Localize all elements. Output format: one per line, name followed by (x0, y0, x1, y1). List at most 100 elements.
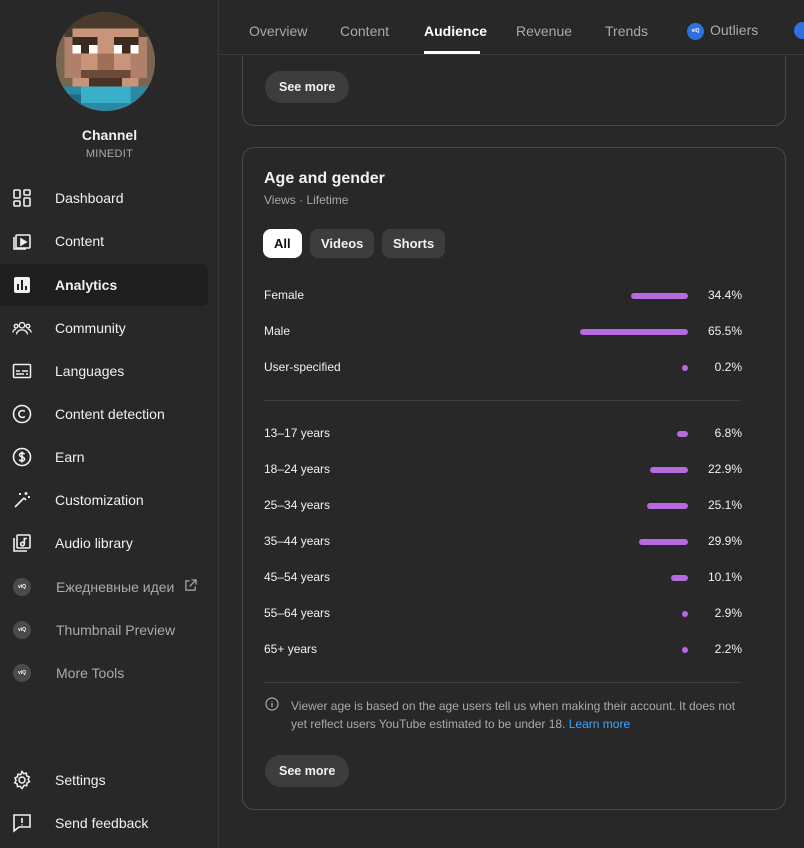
row-label: User-specified (264, 360, 341, 374)
sidebar-item-label: Thumbnail Preview (56, 622, 176, 638)
channel-title: Channel (81, 127, 138, 143)
chip-all[interactable]: All (263, 229, 302, 258)
age-note-text: Viewer age is based on the age users tel… (291, 699, 736, 731)
card-title: Age and gender (264, 170, 385, 187)
vidiq-icon: viQ (12, 577, 32, 597)
sidebar-item-languages[interactable]: Languages (0, 350, 208, 392)
row-label: 25–34 years (264, 498, 331, 512)
sidebar-item-dashboard[interactable]: Dashboard (0, 177, 208, 219)
tab-trends[interactable]: Trends (605, 23, 648, 39)
copyright-icon (12, 404, 32, 424)
sidebar-item-label: Customization (55, 492, 144, 508)
vidiq-icon: viQ (687, 22, 704, 40)
sidebar-item-content-detection[interactable]: Content detection (0, 393, 208, 435)
sidebar-item-label: Content (55, 233, 105, 249)
tab-audience[interactable]: Audience (424, 23, 487, 39)
dollar-icon (12, 447, 32, 467)
age-note: Viewer age is based on the age users tel… (291, 697, 741, 733)
sidebar-item-label: Earn (55, 449, 85, 465)
sidebar-item-label: Analytics (55, 277, 118, 293)
row-bar (676, 431, 688, 437)
languages-icon (12, 361, 32, 381)
row-label: 65+ years (264, 642, 318, 656)
row-percent: 6.8% (714, 426, 742, 440)
row-bar (646, 503, 688, 509)
row-label: 35–44 years (264, 534, 331, 548)
tab-revenue[interactable]: Revenue (516, 23, 572, 39)
sidebar-item-content[interactable]: Content (0, 220, 208, 262)
row-percent: 34.4% (707, 288, 742, 302)
magic-wand-icon (12, 490, 32, 510)
row-bar (638, 539, 688, 545)
row-bar (631, 293, 688, 299)
sidebar-item-label: Dashboard (55, 190, 124, 206)
sidebar-item-analytics[interactable]: Analytics (0, 264, 208, 306)
feedback-icon (12, 813, 32, 833)
sidebar-item-earn[interactable]: Earn (0, 436, 208, 478)
sidebar-item-community[interactable]: Community (0, 307, 208, 349)
tab-outliers-label: Outliers (710, 22, 759, 38)
breakdown-row: 13–17 years 6.8% (264, 424, 742, 444)
channel-avatar[interactable] (56, 12, 155, 111)
divider (264, 400, 741, 401)
vidiq-icon: viQ (12, 663, 32, 683)
row-bar (682, 611, 688, 617)
vidiq-icon[interactable] (794, 22, 804, 39)
row-label: 13–17 years (264, 426, 331, 440)
see-more-button[interactable]: See more (265, 755, 350, 787)
chip-shorts[interactable]: Shorts (382, 229, 446, 258)
vidiq-icon: viQ (12, 620, 32, 640)
sidebar-item-label: More Tools (56, 665, 125, 681)
tab-outliers[interactable]: viQ Outliers (687, 22, 758, 40)
row-label: 55–64 years (264, 606, 331, 620)
breakdown-row: 65+ years 2.2% (264, 640, 742, 660)
gear-icon (12, 770, 32, 790)
row-percent: 25.1% (707, 498, 742, 512)
community-icon (12, 318, 32, 338)
dashboard-icon (12, 188, 32, 208)
sidebar-item-send-feedback[interactable]: Send feedback (0, 802, 208, 844)
row-bar (682, 647, 688, 653)
learn-more-link[interactable]: Learn more (569, 717, 630, 731)
row-percent: 22.9% (707, 462, 742, 476)
sidebar-item-label: Ежедневные идеи (56, 579, 175, 595)
row-percent: 0.2% (714, 360, 742, 374)
row-percent: 10.1% (707, 570, 742, 584)
divider (264, 682, 741, 683)
sidebar-item-settings[interactable]: Settings (0, 759, 208, 801)
sidebar-item-customization[interactable]: Customization (0, 479, 208, 521)
sidebar-item-label: Community (55, 320, 126, 336)
content-icon (12, 231, 32, 251)
sidebar: Channel MINEDIT Dashboard Content Analyt… (0, 0, 219, 848)
channel-name: MINEDIT (85, 148, 134, 160)
row-label: 18–24 years (264, 462, 331, 476)
sidebar-item-label: Content detection (55, 406, 165, 422)
row-percent: 2.2% (714, 642, 742, 656)
see-more-button[interactable]: See more (265, 71, 350, 103)
row-bar (580, 329, 688, 335)
chip-videos[interactable]: Videos (310, 229, 375, 258)
breakdown-row: User-specified 0.2% (264, 358, 742, 378)
tab-overview[interactable]: Overview (249, 23, 307, 39)
breakdown-row: Male 65.5% (264, 322, 742, 342)
row-label: Male (264, 324, 291, 338)
analytics-icon (12, 275, 32, 295)
sidebar-item-audio-library[interactable]: Audio library (0, 522, 208, 564)
row-percent: 2.9% (714, 606, 742, 620)
sidebar-item-label: Audio library (55, 535, 133, 551)
sidebar-item-label: Send feedback (55, 815, 149, 831)
row-bar (650, 467, 688, 473)
info-icon (265, 697, 279, 711)
external-link-icon (184, 579, 197, 592)
row-label: 45–54 years (264, 570, 331, 584)
sidebar-item-thumbnail-preview[interactable]: viQ Thumbnail Preview (0, 609, 208, 651)
card-subtitle: Views · Lifetime (264, 193, 349, 207)
sidebar-item-more-tools[interactable]: viQ More Tools (0, 652, 208, 694)
audio-library-icon (12, 533, 32, 553)
sidebar-item-daily-ideas[interactable]: viQ Ежедневные идеи (0, 566, 208, 608)
tab-content[interactable]: Content (340, 23, 389, 39)
row-label: Female (264, 288, 305, 302)
row-bar (671, 575, 688, 581)
breakdown-row: 55–64 years 2.9% (264, 604, 742, 624)
breakdown-row: 35–44 years 29.9% (264, 532, 742, 552)
